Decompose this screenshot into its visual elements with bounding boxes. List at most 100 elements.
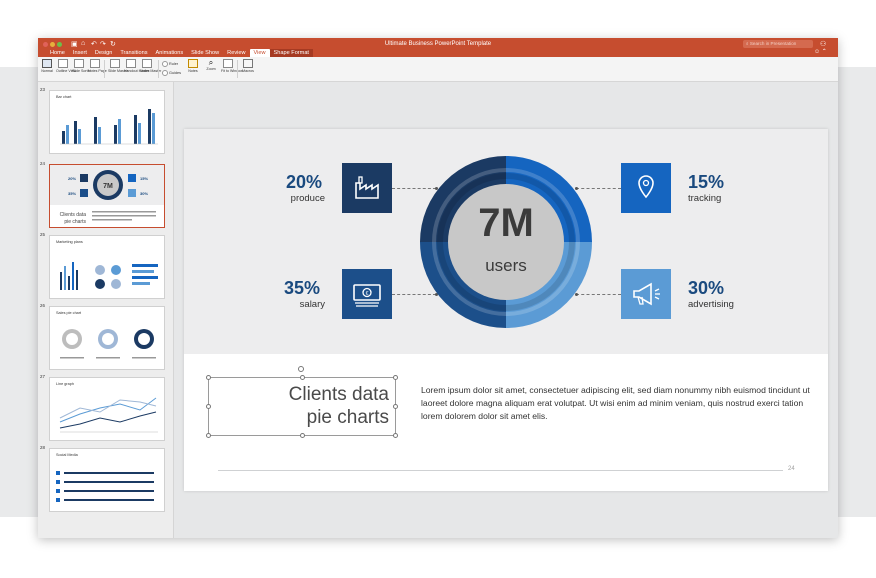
resize-handle[interactable] (206, 375, 211, 380)
redo-icon[interactable]: ↷ (100, 40, 106, 48)
resize-handle[interactable] (393, 433, 398, 438)
tab-animations[interactable]: Animations (152, 49, 188, 57)
zoom-button[interactable]: ⌕ Zoom (204, 59, 218, 79)
slide-thumbnail-24[interactable]: 7M 20% 35% 15% 30% Clients data pie charts (49, 164, 165, 228)
stat-salary-percent: 35% (284, 278, 321, 298)
macros-button[interactable]: Macros (241, 59, 255, 79)
bar-chart-preview (60, 109, 158, 145)
title-textbox[interactable]: Clients data pie charts (206, 366, 398, 438)
tab-review[interactable]: Review (223, 49, 249, 57)
slide-master-label: Slide Master (108, 69, 128, 73)
slide-thumbnail-23[interactable]: Bar chart (49, 90, 165, 154)
normal-view-button[interactable]: Normal (40, 59, 54, 79)
share-icon[interactable]: ⚇ (820, 40, 826, 48)
svg-text:20%: 20% (68, 176, 76, 181)
notes-page-icon (90, 59, 100, 68)
title-line-2: pie charts (306, 407, 389, 428)
thumbnail-number: 24 (40, 161, 45, 166)
slide-thumbnail-25[interactable]: Marketing plans (49, 235, 165, 299)
svg-text:15%: 15% (140, 176, 148, 181)
svg-text:pie charts: pie charts (64, 219, 86, 225)
slide-editor-canvas[interactable]: 20% produce 35% salary € 15% tracking 30… (174, 82, 838, 538)
outline-view-icon (58, 59, 68, 68)
resize-handle[interactable] (206, 404, 211, 409)
slide-thumbnail-27[interactable]: Line graph (49, 377, 165, 441)
notes-page-button[interactable]: Notes Page (88, 59, 107, 79)
handout-master-label: Handout Master (124, 69, 150, 73)
slide-thumbnail-28[interactable]: Social Media (49, 448, 165, 512)
notes-page-label: Notes Page (88, 69, 107, 73)
ruler-checkbox[interactable]: Ruler (162, 61, 178, 67)
undo-icon[interactable]: ↶ (91, 40, 97, 48)
thumbnail-number: 26 (40, 303, 45, 308)
minimize-window-button[interactable] (50, 42, 55, 47)
ribbon-tabs: Home Insert Design Transitions Animation… (46, 49, 313, 57)
stat-advertising-percent: 30% (688, 278, 725, 298)
ribbon-divider (158, 60, 159, 78)
notes-master-button[interactable]: Notes Master (140, 59, 162, 79)
factory-icon (342, 163, 392, 213)
thumbnail-number: 23 (40, 87, 45, 92)
slide-master-button[interactable]: Slide Master (108, 59, 128, 79)
zoom-label: Zoom (206, 67, 216, 71)
resize-handle[interactable] (206, 433, 211, 438)
resize-handle[interactable] (393, 404, 398, 409)
ribbon-divider (104, 60, 105, 78)
money-icon: € (342, 269, 392, 319)
title-line-1: Clients data (288, 384, 389, 405)
slide-thumbnail-26[interactable]: Sales pie chart (49, 306, 165, 370)
tab-shape-format[interactable]: Shape Format (269, 49, 313, 57)
feedback-icon[interactable]: ☺ ⌃ (814, 48, 827, 55)
notes-master-icon (142, 59, 152, 68)
slide-24[interactable]: 20% produce 35% salary € 15% tracking 30… (184, 129, 828, 491)
guides-checkbox[interactable]: Guides (162, 70, 181, 76)
notes-master-label: Notes Master (140, 69, 162, 73)
tab-home[interactable]: Home (46, 49, 69, 57)
marketing-plans-preview (60, 262, 158, 290)
line-graph-preview (59, 397, 158, 433)
thumbnail-number: 25 (40, 232, 45, 237)
tab-view[interactable]: View (249, 49, 270, 57)
body-text[interactable]: Lorem ipsum dolor sit amet, consectetuer… (421, 384, 816, 423)
ribbon-view: Normal Outline View Slide Sorter Notes P… (38, 57, 838, 82)
save-icon[interactable]: ⌂ (81, 40, 85, 47)
powerpoint-window: ▣ ⌂ ↶ ↷ ↻ Ultimate Business PowerPoint T… (38, 38, 838, 538)
resize-handle[interactable] (300, 375, 305, 380)
social-media-preview (56, 471, 154, 502)
slide-sorter-label: Slide Sorter (72, 69, 91, 73)
guides-label: Guides (169, 71, 182, 75)
stat-produce-percent: 20% (286, 172, 323, 192)
resize-handle[interactable] (300, 433, 305, 438)
outline-view-button[interactable]: Outline View (56, 59, 77, 79)
handout-master-button[interactable]: Handout Master (124, 59, 150, 79)
resize-handle[interactable] (393, 375, 398, 380)
repeat-icon[interactable]: ↻ (110, 40, 116, 48)
notes-button[interactable]: Notes (186, 59, 200, 79)
close-window-button[interactable] (43, 42, 48, 47)
tab-transitions[interactable]: Transitions (116, 49, 151, 57)
tab-insert[interactable]: Insert (69, 49, 91, 57)
rotate-handle-icon[interactable] (298, 366, 304, 372)
tab-design[interactable]: Design (91, 49, 116, 57)
macros-label: Macros (242, 69, 254, 73)
slide-sorter-button[interactable]: Slide Sorter (72, 59, 91, 79)
search-input[interactable]: ⌕ Search in Presentation (743, 40, 813, 48)
normal-view-icon (42, 59, 52, 68)
maximize-window-button[interactable] (57, 42, 62, 47)
slide-master-icon (110, 59, 120, 68)
zoom-icon: ⌕ (208, 58, 214, 67)
fit-to-window-button[interactable]: Fit to Window (221, 59, 243, 79)
thumbnail-number: 28 (40, 445, 45, 450)
location-pin-icon (621, 163, 671, 213)
notes-icon (188, 59, 198, 68)
slide-24-preview: 7M 20% 35% 15% 30% Clients data pie charts (50, 165, 164, 225)
fit-to-window-icon (223, 59, 233, 68)
ribbon-divider (237, 60, 238, 78)
autosave-icon[interactable]: ▣ (71, 40, 78, 48)
outline-view-label: Outline View (56, 69, 77, 73)
slide-thumbnail-pane[interactable]: 23 Bar chart 24 7M 20% 35% 15% 30% Clien… (38, 82, 174, 538)
stat-tracking-percent: 15% (688, 172, 725, 192)
tab-slide-show[interactable]: Slide Show (187, 49, 223, 57)
svg-text:€: € (366, 291, 369, 297)
svg-text:30%: 30% (140, 191, 148, 196)
